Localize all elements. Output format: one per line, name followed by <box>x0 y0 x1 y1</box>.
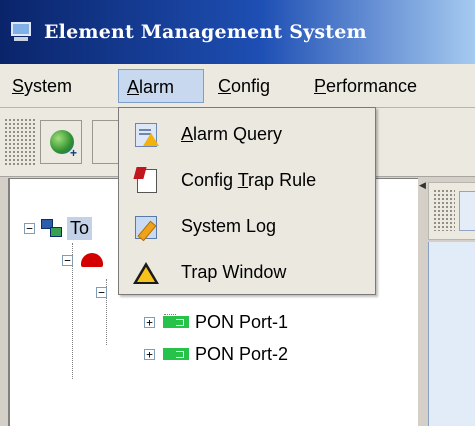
warning-triangle-icon <box>133 259 159 285</box>
toolbar-grip[interactable] <box>4 118 36 166</box>
splitter-arrow-icon[interactable]: ◀ <box>419 180 426 190</box>
tree-node-root[interactable]: − To <box>24 213 93 243</box>
network-topology-icon <box>41 219 62 237</box>
right-toolbar-button[interactable] <box>459 191 475 231</box>
alarm-dropdown-menu: Alarm Query Config Trap Rule System Log … <box>118 107 376 295</box>
monitor-icon <box>10 21 34 43</box>
right-panel <box>426 178 475 426</box>
app-window: Element Management System System Alarm C… <box>0 0 475 426</box>
tree-node-card[interactable]: − <box>96 277 107 307</box>
menu-performance[interactable]: Performance <box>306 69 425 103</box>
pon-port-icon <box>163 316 189 328</box>
tree-node-label: PON Port-1 <box>195 311 289 332</box>
menu-item-system-log[interactable]: System Log <box>123 206 371 246</box>
expand-icon[interactable]: + <box>144 316 155 328</box>
tree-node-label: To <box>67 216 93 240</box>
menu-bar: System Alarm Config Performance <box>0 64 475 108</box>
tree-node-label: PON Port-2 <box>195 343 289 364</box>
collapse-icon[interactable]: − <box>24 222 35 234</box>
pon-port-icon <box>163 348 189 360</box>
system-log-icon <box>133 213 159 242</box>
menu-system[interactable]: System <box>4 69 80 103</box>
tree-node-device[interactable]: − <box>62 245 103 275</box>
globe-add-button[interactable]: + <box>40 120 82 164</box>
right-content-area <box>428 242 475 426</box>
menu-item-config-trap-rule[interactable]: Config Trap Rule <box>123 160 371 200</box>
menu-alarm[interactable]: Alarm <box>118 69 204 103</box>
tree-node-pon-port-2[interactable]: + PON Port-2 <box>144 339 288 369</box>
panel-splitter[interactable]: ◀ <box>418 178 426 426</box>
right-toolbar <box>428 182 475 240</box>
menu-item-alarm-query[interactable]: Alarm Query <box>123 114 371 154</box>
expand-icon[interactable]: + <box>144 348 155 360</box>
collapse-icon[interactable]: − <box>62 254 73 266</box>
toolbar-grip[interactable] <box>433 189 455 231</box>
menu-item-trap-window[interactable]: Trap Window <box>123 252 371 292</box>
trap-rule-icon <box>133 167 159 193</box>
window-title: Element Management System <box>44 21 367 43</box>
collapse-icon[interactable]: − <box>96 286 107 298</box>
tree-node-pon-port-1[interactable]: + PON Port-1 <box>144 307 288 337</box>
alarm-query-icon <box>133 121 159 147</box>
olt-device-icon <box>81 253 103 267</box>
menu-config[interactable]: Config <box>210 69 278 103</box>
title-bar[interactable]: Element Management System <box>0 0 475 64</box>
